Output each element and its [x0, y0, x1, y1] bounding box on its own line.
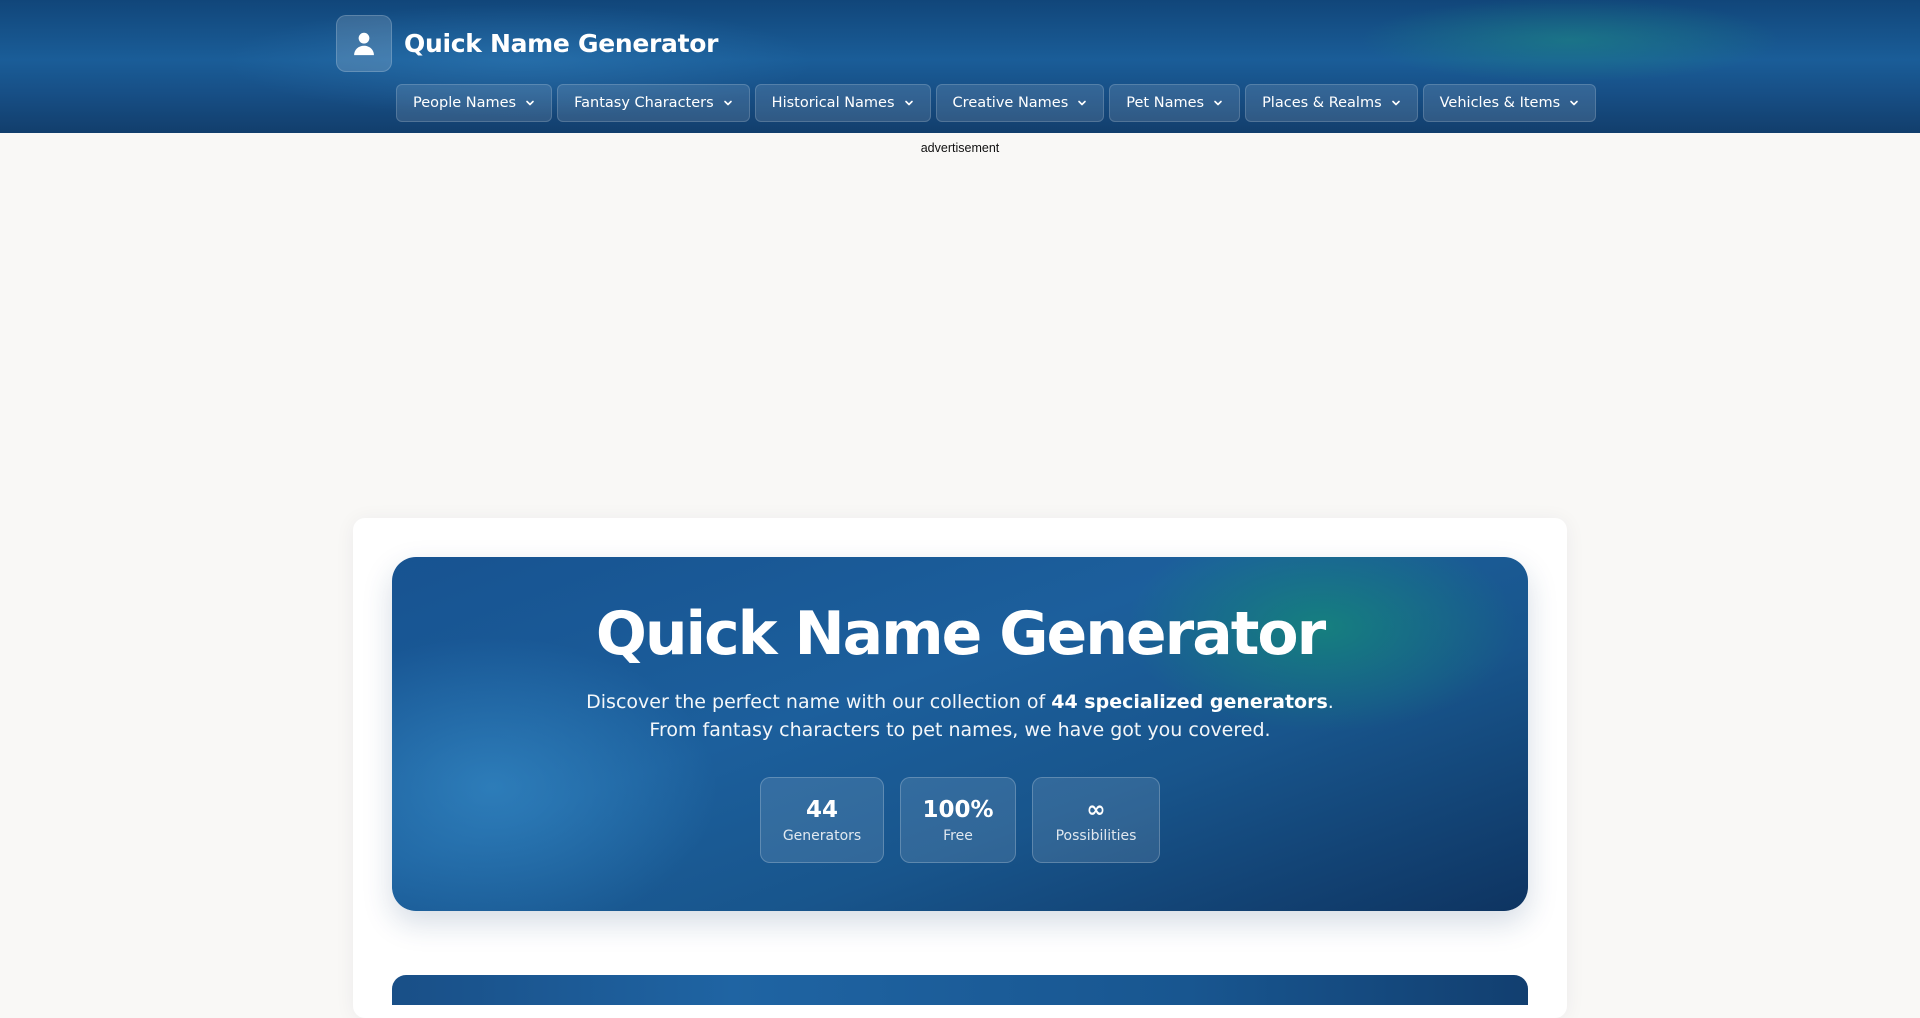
nav-label: Vehicles & Items — [1439, 95, 1561, 111]
nav-historical-names[interactable]: Historical Names — [754, 84, 931, 122]
hero-sub-line1-pre: Discover the perfect name with our colle… — [586, 691, 1052, 713]
stat-possibilities: ∞ Possibilities — [1032, 777, 1160, 863]
brand-title: Quick Name Generator — [404, 29, 719, 58]
chevron-down-icon — [1569, 98, 1579, 108]
nav-label: Historical Names — [771, 95, 895, 111]
next-section-banner — [392, 975, 1528, 1005]
nav-label: Creative Names — [952, 95, 1069, 111]
hero-banner: Quick Name Generator Discover the perfec… — [392, 557, 1528, 911]
hero-sub-highlight: 44 specialized generators — [1051, 691, 1328, 713]
nav-creative-names[interactable]: Creative Names — [935, 84, 1105, 122]
chevron-down-icon — [1077, 98, 1087, 108]
hero-sub-line2: From fantasy characters to pet names, we… — [649, 719, 1271, 741]
nav-people-names[interactable]: People Names — [396, 84, 553, 122]
stat-generators: 44 Generators — [760, 777, 884, 863]
brand[interactable]: Quick Name Generator — [336, 15, 718, 72]
nav-places-realms[interactable]: Places & Realms — [1245, 84, 1418, 122]
nav-label: People Names — [413, 95, 517, 111]
stat-free: 100% Free — [900, 777, 1016, 863]
hero-sub-line1-post: . — [1327, 691, 1334, 713]
ad-slot[interactable] — [354, 162, 1566, 502]
chevron-down-icon — [1213, 98, 1223, 108]
site-header: Quick Name Generator People Names Fantas… — [0, 0, 1920, 133]
nav-label: Pet Names — [1126, 95, 1205, 111]
nav-vehicles-items[interactable]: Vehicles & Items — [1422, 84, 1597, 122]
user-icon — [336, 15, 392, 72]
hero-title: Quick Name Generator — [595, 599, 1326, 669]
stat-label: Free — [943, 828, 973, 844]
main-nav: People Names Fantasy Characters Historic… — [396, 84, 1597, 122]
chevron-down-icon — [1391, 98, 1401, 108]
chevron-down-icon — [723, 98, 733, 108]
chevron-down-icon — [904, 98, 914, 108]
stat-label: Generators — [782, 828, 862, 844]
ad-label: advertisement — [920, 141, 1000, 155]
stat-label: Possibilities — [1055, 828, 1137, 844]
nav-pet-names[interactable]: Pet Names — [1109, 84, 1241, 122]
nav-label: Fantasy Characters — [574, 95, 714, 111]
nav-label: Places & Realms — [1262, 95, 1382, 111]
chevron-down-icon — [525, 98, 535, 108]
stat-value: 100% — [922, 797, 994, 823]
stat-value: 44 — [805, 797, 838, 823]
stat-value: ∞ — [1086, 797, 1106, 823]
hero-description: Discover the perfect name with our colle… — [392, 688, 1528, 744]
hero-stats: 44 Generators 100% Free ∞ Possibilities — [392, 777, 1528, 863]
nav-fantasy-characters[interactable]: Fantasy Characters — [557, 84, 750, 122]
